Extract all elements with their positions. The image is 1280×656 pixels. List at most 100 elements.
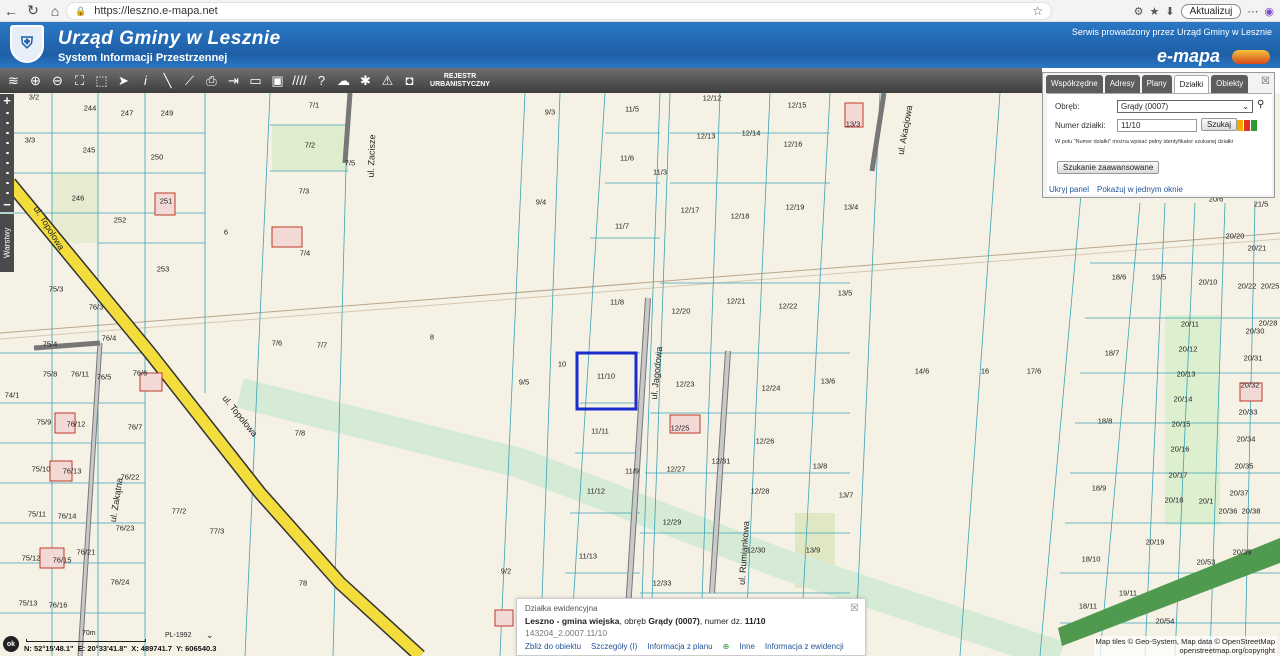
extensions-icon[interactable]: ⚙ [1134, 5, 1144, 18]
parcel-label[interactable]: 20/17 [1169, 471, 1188, 480]
parcel-label[interactable]: 18/6 [1112, 273, 1127, 282]
parcel-label[interactable]: 244 [84, 104, 97, 113]
zoom-to-object-link[interactable]: Zbliż do obiektu [525, 642, 581, 651]
home-icon[interactable]: ⌂ [44, 0, 66, 22]
parcel-label[interactable]: 7/8 [295, 429, 305, 438]
parcel-label[interactable]: 12/29 [663, 518, 682, 527]
single-window-link[interactable]: Pokażuj w jednym oknie [1097, 185, 1183, 194]
map-link-icon[interactable]: ☁ [334, 71, 353, 90]
parcel-label[interactable]: 12/18 [731, 212, 750, 221]
details-link[interactable]: Szczegóły (I) [591, 642, 637, 651]
other-link[interactable]: Inne [739, 642, 755, 651]
parcel-label[interactable]: 20/34 [1237, 435, 1256, 444]
parcel-label[interactable]: 20/32 [1241, 381, 1260, 390]
swatch-green[interactable] [1251, 120, 1257, 131]
help-icon[interactable]: ? [312, 71, 331, 90]
zoom-in-icon[interactable]: ⊕ [26, 71, 45, 90]
parcel-label[interactable]: 20/25 [1261, 282, 1280, 291]
parcel-label[interactable]: 12/12 [703, 94, 722, 103]
parcel-label[interactable]: 19/11 [1119, 589, 1137, 598]
parcel-label[interactable]: 20/31 [1244, 354, 1263, 363]
parcel-label[interactable]: 11/9 [625, 467, 639, 476]
parcel-label[interactable]: 12/20 [672, 307, 691, 316]
parcel-label[interactable]: 11/13 [579, 552, 597, 561]
parcel-label[interactable]: 75/8 [43, 370, 58, 379]
parcel-label[interactable]: 12/21 [727, 297, 746, 306]
parcel-label[interactable]: 253 [157, 265, 170, 274]
settings-icon[interactable]: ✱ [356, 71, 375, 90]
parcel-label[interactable]: 250 [151, 153, 164, 162]
parcel-label[interactable]: 20/38 [1242, 507, 1261, 516]
parcel-label[interactable]: 76/21 [77, 548, 96, 557]
parcel-label[interactable]: 76/12 [67, 420, 86, 429]
split-icon[interactable]: ▣ [268, 71, 287, 90]
parcel-label[interactable]: 7/3 [299, 187, 309, 196]
parcel-label[interactable]: 11/3 [653, 168, 667, 177]
parcel-label[interactable]: 11/5 [625, 105, 639, 114]
parcel-label[interactable]: 77/2 [172, 507, 187, 516]
parcel-label[interactable]: 20/30 [1246, 327, 1265, 336]
parcel-label[interactable]: 246 [72, 194, 85, 203]
parcel-label[interactable]: 8 [430, 333, 434, 342]
parcel-label[interactable]: 13/6 [821, 377, 836, 386]
zoom-extent-icon[interactable]: ⛶ [70, 71, 89, 90]
parcel-label[interactable]: 18/8 [1098, 417, 1113, 426]
measure-area-icon[interactable]: ⟋ [180, 71, 199, 90]
parcel-label[interactable]: 9/2 [501, 567, 511, 576]
pointer-icon[interactable]: ➤ [114, 71, 133, 90]
parcel-label[interactable]: 19/5 [1152, 273, 1167, 282]
tab-plany[interactable]: Plany [1141, 75, 1172, 93]
parcel-label[interactable]: 20/1 [1199, 497, 1214, 506]
swatch-red[interactable] [1244, 120, 1250, 131]
parcel-label[interactable]: 3/2 [29, 93, 39, 102]
hide-panel-link[interactable]: Ukryj panel [1049, 185, 1089, 194]
parcel-label[interactable]: 20/15 [1172, 420, 1191, 429]
parcel-label[interactable]: 20/16 [1171, 445, 1190, 454]
print-icon[interactable]: ⎙ [202, 71, 221, 90]
rejestr-urbanistyczny-button[interactable]: REJESTR URBANISTYCZNY [430, 73, 490, 89]
parcel-label[interactable]: 7/5 [345, 159, 355, 168]
parcel-label[interactable]: 12/17 [681, 206, 700, 215]
parcel-label[interactable]: 11/11 [591, 427, 609, 436]
popup-close-icon[interactable]: ☒ [850, 603, 859, 614]
crs-select[interactable]: PL-1992 [165, 632, 191, 639]
window-icon[interactable]: ▭ [246, 71, 265, 90]
parcel-label[interactable]: 20/20 [1226, 232, 1245, 241]
parcel-label[interactable]: 20/33 [1239, 408, 1258, 417]
parcel-label[interactable]: 21/5 [1254, 200, 1269, 209]
parcel-label[interactable]: 76/23 [116, 524, 135, 533]
parcel-label[interactable]: 12/24 [762, 384, 781, 393]
parcel-label[interactable]: 12/28 [751, 487, 770, 496]
parcel-label[interactable]: 7/1 [309, 101, 319, 110]
parcel-label[interactable]: 78 [299, 579, 307, 588]
parcel-label[interactable]: 76/6 [133, 369, 148, 378]
more-icon[interactable]: ⋯ [1247, 5, 1258, 18]
close-icon[interactable]: ☒ [1261, 76, 1270, 87]
parcel-label[interactable]: 12/15 [788, 101, 807, 110]
add-icon[interactable]: ⊕ [723, 642, 730, 651]
copilot-icon[interactable]: ◉ [1264, 5, 1274, 18]
parcel-label[interactable]: 75/11 [28, 510, 46, 519]
parcel-label[interactable]: 76/5 [97, 373, 112, 382]
reload-icon[interactable]: ↻ [22, 0, 44, 22]
parcel-label[interactable]: 6 [224, 228, 228, 237]
parcel-label[interactable]: 20/11 [1181, 320, 1199, 329]
parcel-label[interactable]: 16 [981, 367, 989, 376]
legend-icon[interactable]: ◘ [400, 71, 419, 90]
parcel-label[interactable]: 12/22 [779, 302, 798, 311]
parcel-label[interactable]: 12/26 [756, 437, 775, 446]
obreb-select[interactable]: Grądy (0007) ⌄ [1117, 100, 1253, 113]
coordinate-icon[interactable]: ⚠ [378, 71, 397, 90]
parcel-label[interactable]: 74/1 [5, 391, 20, 400]
attribution-line2[interactable]: openstreetmap.org/copyright [1096, 646, 1275, 655]
parcel-label[interactable]: 20/18 [1165, 496, 1184, 505]
parcel-label[interactable]: 3/3 [25, 136, 35, 145]
parcel-label[interactable]: 76/7 [128, 423, 143, 432]
parcel-label[interactable]: 245 [83, 146, 96, 155]
parcel-label[interactable]: 14/6 [915, 367, 930, 376]
parcel-label[interactable]: 13/5 [838, 289, 853, 298]
ok-button[interactable]: ok [3, 636, 19, 652]
parcel-label[interactable]: 77/3 [210, 527, 225, 536]
parcel-label[interactable]: 75/10 [32, 465, 51, 474]
parcel-label[interactable]: 12/33 [653, 579, 672, 588]
